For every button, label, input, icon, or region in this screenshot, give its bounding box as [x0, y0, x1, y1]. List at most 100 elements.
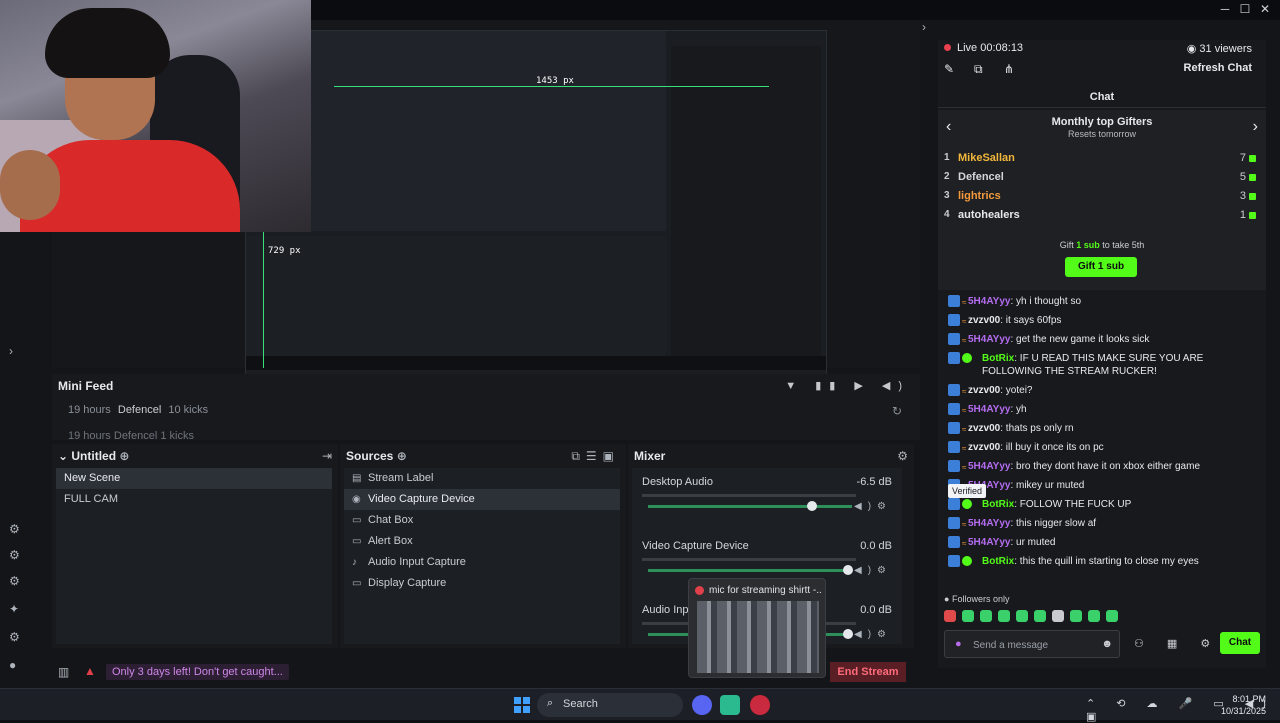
discord-icon[interactable]	[692, 695, 712, 715]
profile-icon[interactable]: ●	[9, 658, 16, 672]
chat-username[interactable]: BotRix	[982, 353, 1014, 364]
emote-icon[interactable]	[1106, 610, 1118, 622]
taskbar-search[interactable]: ⌕ Search	[537, 693, 683, 717]
minimize-icon[interactable]: ─	[1216, 2, 1234, 16]
gifter-row[interactable]: 1 MikeSallan 7	[944, 150, 1256, 168]
emoji-icon[interactable]: ☻	[1101, 638, 1113, 650]
chat-username[interactable]: BotRix	[982, 556, 1014, 567]
emote-icon[interactable]	[1088, 610, 1100, 622]
refresh-chat-button[interactable]: Refresh Chat	[1184, 62, 1252, 74]
chat-message[interactable]: ≈5H4AYyy: yh	[938, 400, 1266, 419]
scenes-title[interactable]: ⌄ Untitled ⊕	[58, 449, 129, 463]
gift-sub-button[interactable]: Gift 1 sub	[1065, 257, 1137, 277]
chat-username[interactable]: 5H4AYyy	[968, 537, 1010, 548]
source-item[interactable]: ▭ Alert Box	[344, 531, 620, 552]
source-item[interactable]: ▭ Display Capture	[344, 573, 620, 594]
chat-username[interactable]: zvzv00	[968, 315, 1000, 326]
chat-message[interactable]: ≈5H4AYyy: ur muted	[938, 533, 1266, 552]
emote-icon[interactable]	[1016, 610, 1028, 622]
taskbar-preview-popup[interactable]: mic for streaming shirtt -...	[688, 578, 826, 678]
volume-meter	[642, 494, 856, 497]
window-thumbnail[interactable]	[697, 601, 819, 673]
mixer-settings-icon[interactable]: ⚙	[897, 449, 908, 463]
volume-slider-handle[interactable]	[843, 565, 853, 575]
share-icon[interactable]: ⋔	[1004, 62, 1014, 76]
mute-settings-icons[interactable]: ◀)⚙	[854, 501, 892, 512]
chat-username[interactable]: 5H4AYyy	[968, 518, 1010, 529]
chat-message[interactable]: ≈5H4AYyy: yh i thought so	[938, 292, 1266, 311]
chat-username[interactable]: zvzv00	[968, 385, 1000, 396]
mic-icon[interactable]: ●	[955, 638, 962, 650]
chat-message[interactable]: ≈ zvzv00: yotei?	[938, 381, 1266, 400]
sources-title[interactable]: Sources ⊕	[346, 449, 407, 463]
chat-username[interactable]: 5H4AYyy	[968, 404, 1010, 415]
studio-icon[interactable]: ⚙	[9, 522, 20, 536]
emote-icon[interactable]	[1052, 610, 1064, 622]
emote-icon[interactable]	[944, 610, 956, 622]
chat-message[interactable]: ≈ zvzv00: it says 60fps	[938, 311, 1266, 330]
scene-transition-icon[interactable]: ⇥	[322, 449, 332, 463]
chat-message[interactable]: ≈5H4AYyy: get the new game it looks sick	[938, 330, 1266, 349]
settings-icon[interactable]: ⚙	[9, 630, 20, 644]
chat-message[interactable]: BotRix: this the quill im starting to cl…	[938, 552, 1266, 571]
chat-message[interactable]: BotRix: FOLLOW THE FUCK UP	[938, 495, 1266, 514]
scene-item[interactable]: FULL CAM	[56, 489, 332, 510]
gifter-row[interactable]: 4 autohealers 1	[944, 207, 1256, 225]
source-item[interactable]: ♪ Audio Input Capture	[344, 552, 620, 573]
chat-input-box[interactable]: ● ☻	[944, 630, 1120, 658]
edit-icon[interactable]: ✎	[944, 62, 954, 76]
chat-message[interactable]: ≈ zvzv00: thats ps only rn	[938, 419, 1266, 438]
emote-icon[interactable]	[980, 610, 992, 622]
emote-icon[interactable]	[1070, 610, 1082, 622]
emote-icon[interactable]	[998, 610, 1010, 622]
emote-icon[interactable]	[962, 610, 974, 622]
chat-message[interactable]: ≈5H4AYyy: mikey ur muted	[938, 476, 1266, 495]
obs-icon[interactable]	[750, 695, 770, 715]
chat-username[interactable]: 5H4AYyy	[968, 296, 1010, 307]
mute-settings-icons[interactable]: ◀)⚙	[854, 565, 892, 576]
volume-slider[interactable]	[648, 569, 852, 572]
popup-title: mic for streaming shirtt -...	[709, 585, 821, 596]
gifter-row[interactable]: 2 Defencel 5	[944, 169, 1256, 187]
plugins-icon[interactable]: ⚙	[9, 548, 20, 562]
chat-message[interactable]: ≈5H4AYyy: this nigger slow af	[938, 514, 1266, 533]
popout-icon[interactable]: ⧉	[974, 62, 983, 77]
chat-tools[interactable]: ⚇ ▦ ⚙	[1134, 637, 1220, 650]
volume-slider-handle[interactable]	[807, 501, 817, 511]
mute-settings-icons[interactable]: ◀)⚙	[854, 629, 892, 640]
chat-username[interactable]: zvzv00	[968, 423, 1000, 434]
maximize-icon[interactable]: ☐	[1236, 2, 1254, 16]
emote-icon[interactable]	[1034, 610, 1046, 622]
chat-input[interactable]	[973, 637, 1101, 653]
streamlabs-icon[interactable]	[720, 695, 740, 715]
mini-feed-controls[interactable]: ▼ ▮▮ ▶ ◀)	[785, 379, 910, 392]
chat-username[interactable]: 5H4AYyy	[968, 461, 1010, 472]
start-button[interactable]	[514, 697, 530, 713]
trial-warning[interactable]: Only 3 days left! Don't get caught...	[106, 664, 289, 680]
stats-icon[interactable]: ▥	[58, 665, 69, 679]
expand-right-icon[interactable]: ›	[922, 20, 926, 34]
themes-icon[interactable]: ⚙	[9, 574, 20, 588]
sources-tools-icon[interactable]: ⧉☰▣	[571, 449, 620, 464]
source-item[interactable]: ▤ Stream Label	[344, 468, 620, 489]
chat-message[interactable]: BotRix: IF U READ THIS MAKE SURE YOU ARE…	[938, 349, 1266, 381]
chat-message[interactable]: ≈5H4AYyy: bro they dont have it on xbox …	[938, 457, 1266, 476]
source-item[interactable]: ◉ Video Capture Device	[344, 489, 620, 510]
chat-username[interactable]: BotRix	[982, 499, 1014, 510]
volume-slider[interactable]	[648, 505, 852, 508]
chat-username[interactable]: 5H4AYyy	[968, 334, 1010, 345]
close-icon[interactable]: ✕	[1256, 2, 1274, 16]
gifter-row[interactable]: 3 lightrics 3	[944, 188, 1256, 206]
clock[interactable]: 8:01 PM 10/31/2025	[1221, 693, 1266, 717]
expand-left-icon[interactable]: ›	[9, 344, 13, 358]
chat-username[interactable]: zvzv00	[968, 442, 1000, 453]
end-stream-button[interactable]: End Stream	[830, 662, 906, 682]
refresh-feed-icon[interactable]: ↻	[892, 404, 902, 418]
chat-message[interactable]: ≈ zvzv00: ill buy it once its on pc	[938, 438, 1266, 457]
source-item[interactable]: ▭ Chat Box	[344, 510, 620, 531]
scene-item[interactable]: New Scene	[56, 468, 332, 489]
volume-slider-handle[interactable]	[843, 629, 853, 639]
send-chat-button[interactable]: Chat	[1220, 632, 1260, 654]
scenes-dock: ⌄ Untitled ⊕ ⇥ New Scene FULL CAM	[52, 444, 338, 648]
magic-icon[interactable]: ✦	[9, 602, 19, 616]
